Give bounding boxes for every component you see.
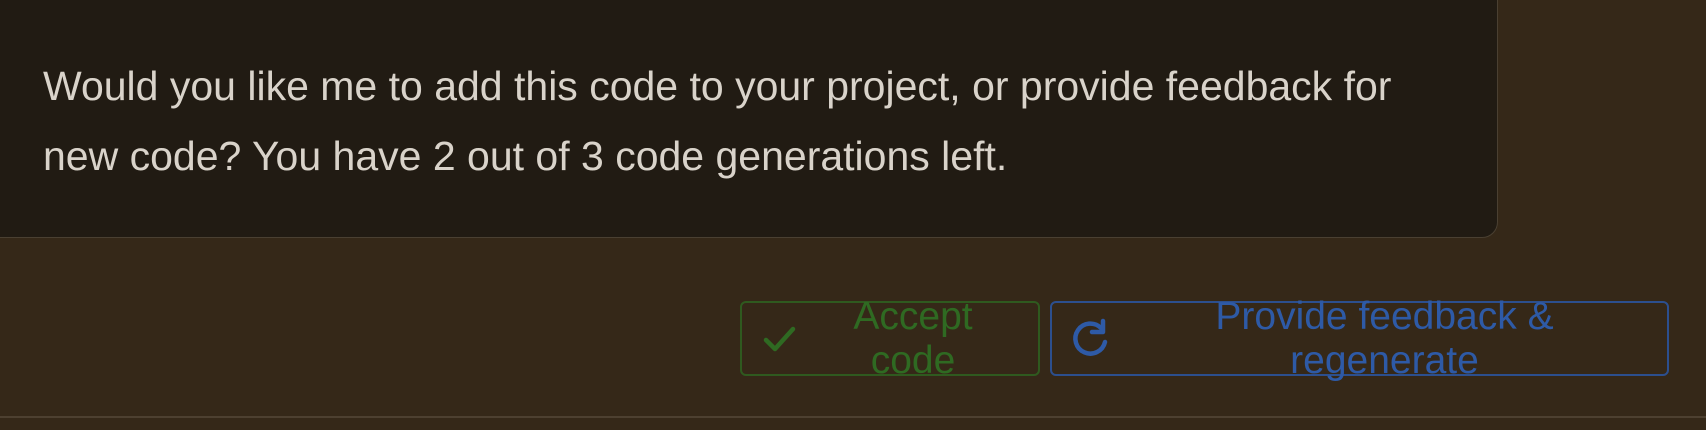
assistant-message-text: Would you like me to add this code to yo… xyxy=(43,63,1392,179)
refresh-icon xyxy=(1070,318,1112,360)
accept-code-button[interactable]: Accept code xyxy=(740,295,1040,382)
accept-code-label: Accept code xyxy=(853,294,973,382)
code-action-bar: Accept code Provide feedback & regenerat… xyxy=(740,295,1669,382)
regenerate-button[interactable]: Provide feedback & regenerate xyxy=(1050,295,1669,382)
check-icon xyxy=(762,323,798,355)
assistant-message-card: Would you like me to add this code to yo… xyxy=(0,0,1498,238)
bottom-divider xyxy=(0,416,1706,418)
regenerate-label: Provide feedback & regenerate xyxy=(1215,294,1554,382)
